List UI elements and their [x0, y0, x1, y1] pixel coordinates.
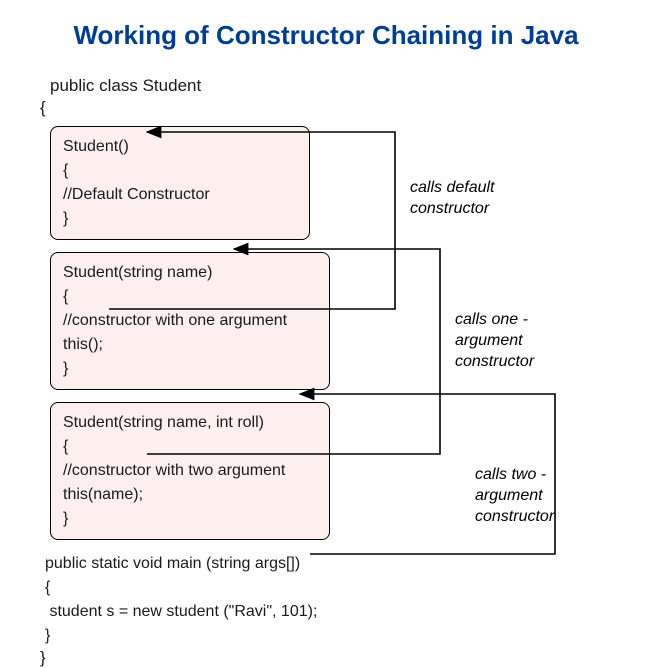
diagram-title: Working of Constructor Chaining in Java [30, 20, 622, 51]
box2-this: this(); [63, 333, 317, 357]
box2-close: } [63, 357, 317, 381]
class-close-brace: } [40, 648, 622, 668]
main-close: } [45, 624, 622, 648]
one-arg-constructor-box: Student(string name) { //constructor wit… [50, 252, 330, 390]
main-open: { [45, 576, 622, 600]
default-constructor-box: Student() { //Default Constructor } [50, 126, 310, 240]
box1-comment: //Default Constructor [63, 183, 297, 207]
main-body: student s = new student ("Ravi", 101); [45, 600, 622, 624]
box1-close: } [63, 207, 297, 231]
box3-close: } [63, 507, 317, 531]
annotation-two-arg: calls two - argument constructor [475, 465, 605, 527]
box2-signature: Student(string name) [63, 261, 317, 285]
two-arg-constructor-box: Student(string name, int roll) { //const… [50, 402, 330, 540]
main-signature: public static void main (string args[]) [45, 552, 622, 576]
annotation-one-arg: calls one - argument constructor [455, 310, 575, 372]
class-declaration: public class Student [50, 76, 622, 96]
box1-open: { [63, 159, 297, 183]
box2-open: { [63, 285, 317, 309]
box1-signature: Student() [63, 135, 297, 159]
class-open-brace: { [40, 98, 622, 118]
box3-signature: Student(string name, int roll) [63, 411, 317, 435]
box3-comment: //constructor with two argument [63, 459, 317, 483]
box2-comment: //constructor with one argument [63, 309, 317, 333]
box3-open: { [63, 435, 317, 459]
box3-this: this(name); [63, 483, 317, 507]
annotation-default: calls default constructor [410, 178, 530, 220]
main-method-block: public static void main (string args[]) … [45, 552, 622, 648]
